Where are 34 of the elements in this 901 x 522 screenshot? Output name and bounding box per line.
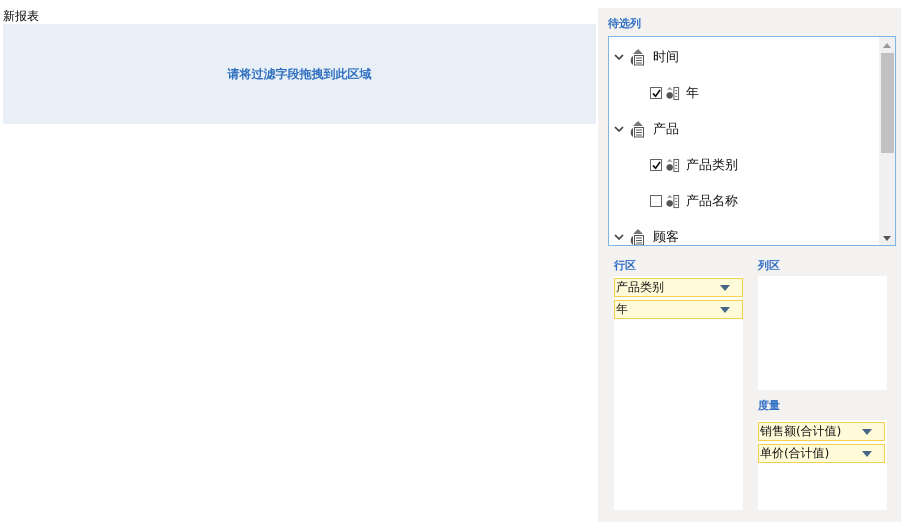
level-icon — [665, 194, 680, 208]
checkbox[interactable] — [650, 195, 662, 207]
dropdown-arrow-icon[interactable] — [862, 450, 872, 456]
area-heading: 行区 — [614, 258, 637, 274]
level-label[interactable]: 产品类别 — [686, 156, 738, 174]
chevron-icon[interactable] — [614, 52, 624, 62]
filter-drop-zone[interactable]: 请将过滤字段拖拽到此区域 — [3, 24, 596, 124]
dimension-icon — [629, 48, 645, 66]
chevron-icon[interactable] — [614, 232, 624, 242]
dimension-label[interactable]: 顾客 — [653, 228, 679, 245]
level-label[interactable]: 产品名称 — [686, 192, 738, 210]
checkbox[interactable] — [650, 87, 662, 99]
area-heading: 列区 — [758, 258, 781, 274]
level-icon — [665, 158, 680, 172]
scrollbar[interactable] — [879, 37, 895, 245]
dimension-label[interactable]: 时间 — [653, 48, 679, 66]
report-title: 新报表 — [3, 9, 40, 23]
field-chip[interactable]: 产品类别 — [614, 278, 743, 297]
scroll-down-icon[interactable] — [883, 236, 891, 242]
field-chip[interactable]: 销售额(合计值) — [758, 422, 885, 441]
field-chip[interactable]: 年 — [614, 300, 743, 319]
filter-hint: 请将过滤字段拖拽到此区域 — [228, 66, 372, 82]
panel-heading: 待选列 — [608, 16, 642, 32]
dimension-label[interactable]: 产品 — [653, 120, 679, 138]
area-heading: 度量 — [758, 398, 781, 414]
dimension-icon — [629, 120, 645, 138]
field-chip[interactable]: 单价(合计值) — [758, 444, 885, 463]
chevron-icon[interactable] — [614, 124, 624, 134]
level-label[interactable]: 年 — [686, 84, 699, 102]
dropdown-arrow-icon[interactable] — [720, 284, 730, 290]
dropdown-arrow-icon[interactable] — [862, 428, 872, 434]
dropdown-arrow-icon[interactable] — [720, 306, 730, 312]
level-icon — [665, 86, 680, 100]
checkbox[interactable] — [650, 159, 662, 171]
